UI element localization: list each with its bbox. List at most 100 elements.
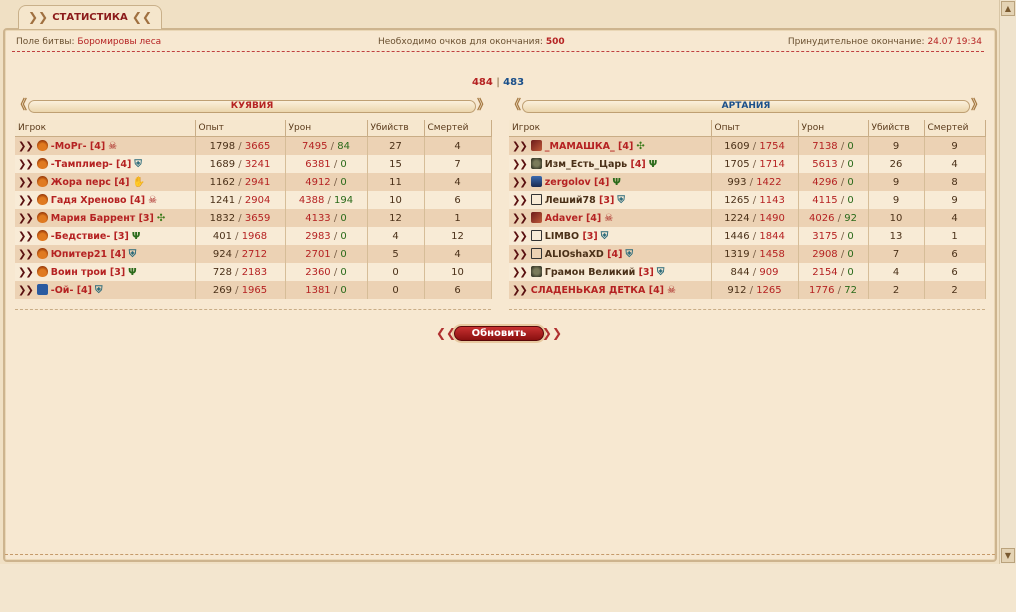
damage-separator: /: [837, 176, 848, 188]
damage-value: 4115: [812, 194, 838, 206]
exp-separator: /: [231, 230, 242, 242]
team-header-right: 《 АРТАНИЯ 》: [508, 99, 984, 115]
tab-statistics[interactable]: ❯❯ СТАТИСТИКА ❮❮: [18, 5, 162, 29]
player-name[interactable]: Жора перс: [51, 177, 111, 188]
player-name[interactable]: Изм_Есть_Царь: [545, 159, 627, 170]
player-info-arrow-icon[interactable]: ❯❯: [512, 159, 528, 170]
kills-cell: 9: [868, 191, 925, 209]
player-info-arrow-icon[interactable]: ❯❯: [512, 285, 528, 296]
flame-avatar-icon: [36, 176, 48, 187]
flame-avatar-icon: [36, 230, 48, 241]
player-name[interactable]: -Бедствие-: [51, 231, 111, 242]
tab-ornament-right-icon: ❮❮: [131, 10, 152, 24]
player-info-arrow-icon[interactable]: ❯❯: [18, 267, 34, 278]
player-info-arrow-icon[interactable]: ❯❯: [512, 141, 528, 152]
player-info-arrow-icon[interactable]: ❯❯: [18, 195, 34, 206]
player-name[interactable]: Юпитер21: [51, 249, 107, 260]
exp-max-value: 1968: [241, 230, 268, 242]
player-info-arrow-icon[interactable]: ❯❯: [512, 213, 528, 224]
player-name[interactable]: -МоРг-: [51, 141, 87, 152]
exp-value: 401: [212, 230, 232, 242]
player-info-arrow-icon[interactable]: ❯❯: [18, 249, 34, 260]
player-name[interactable]: Гадя Хреново: [51, 195, 127, 206]
player-cell: ❯❯ zergolov [4] Ψ: [509, 173, 712, 191]
refresh-button[interactable]: Обновить: [454, 326, 544, 341]
player-info-arrow-icon[interactable]: ❯❯: [18, 231, 34, 242]
cross-emblem-icon: ✣: [636, 141, 645, 152]
player-name[interactable]: LIMBO: [545, 231, 579, 242]
damage-value: 4912: [305, 176, 331, 188]
player-name[interactable]: СЛАДЕНЬКАЯ ДЕТКА: [531, 285, 646, 296]
player-name[interactable]: Воин трои: [51, 267, 107, 278]
kills-cell: 9: [868, 136, 925, 155]
exp-cell: 924 / 2712: [195, 245, 286, 263]
exp-max-value: 3241: [244, 158, 271, 170]
damage-extra-value: 0: [847, 140, 854, 152]
kills-cell: 0: [367, 281, 425, 299]
kills-value: 9: [892, 194, 900, 206]
kills-value: 2: [892, 284, 900, 296]
warrior-avatar-icon: [530, 176, 542, 187]
skull-emblem-icon: ☠: [667, 284, 676, 296]
player-info-arrow-icon[interactable]: ❯❯: [512, 231, 528, 242]
exp-max-value: 1754: [759, 140, 785, 152]
player-level: [4]: [110, 249, 126, 260]
player-info-arrow-icon[interactable]: ❯❯: [18, 159, 34, 170]
player-name[interactable]: zergolov: [545, 177, 591, 188]
player-level: [4]: [594, 177, 610, 188]
player-info-arrow-icon[interactable]: ❯❯: [512, 195, 528, 206]
kills-cell: 9: [868, 173, 925, 191]
player-name[interactable]: Грамон Великий: [545, 267, 636, 278]
deaths-value: 9: [951, 194, 958, 206]
damage-separator: /: [327, 140, 338, 152]
player-info-arrow-icon[interactable]: ❯❯: [18, 141, 34, 152]
exp-separator: /: [749, 212, 760, 224]
vertical-scrollbar[interactable]: ▲ ▼: [999, 0, 1016, 564]
player-info-arrow-icon[interactable]: ❯❯: [512, 177, 528, 188]
damage-value: 2983: [305, 230, 331, 242]
damage-value: 4388: [298, 194, 325, 206]
damage-extra-value: 0: [340, 230, 347, 242]
deaths-cell: 1: [924, 227, 986, 245]
deaths-value: 1: [454, 212, 461, 224]
damage-extra-value: 0: [847, 158, 854, 170]
player-cell: ❯❯ Грамон Великий [3] ⛨: [509, 263, 712, 281]
damage-extra-value: 0: [340, 284, 347, 296]
player-info-arrow-icon[interactable]: ❯❯: [512, 249, 528, 260]
exp-separator: /: [749, 230, 760, 242]
deaths-cell: 1: [424, 209, 492, 227]
player-info-arrow-icon[interactable]: ❯❯: [18, 285, 34, 296]
exp-separator: /: [235, 194, 245, 206]
kills-cell: 4: [868, 263, 925, 281]
end-label: Принудительное окончание:: [787, 37, 925, 47]
shield-emblem-icon: ⛨: [617, 195, 625, 206]
scroll-down-arrow-icon[interactable]: ▼: [1001, 548, 1015, 563]
kills-value: 11: [389, 176, 402, 188]
player-name[interactable]: ALIOshaXD: [545, 249, 604, 260]
column-header: Опыт: [711, 120, 799, 137]
player-name[interactable]: Adaver: [545, 213, 583, 224]
kills-cell: 0: [367, 263, 425, 281]
exp-max-value: 1458: [759, 248, 785, 260]
player-cell: ❯❯ Мария Баррент [3] ✣: [15, 209, 196, 227]
table-row: ❯❯ Грамон Великий [3] ⛨ 844 / 909 2154 / 046: [509, 263, 986, 281]
player-name[interactable]: _МАМАШКА_: [545, 141, 615, 152]
exp-cell: 1241 / 2904: [195, 191, 286, 209]
player-info-arrow-icon[interactable]: ❯❯: [18, 177, 34, 188]
kills-value: 4: [892, 266, 900, 278]
table-row: ❯❯ -МоРг- [4] ☠ 1798 / 3665 7495 / 84 27 4: [15, 136, 492, 155]
player-name[interactable]: -Тамплиер-: [51, 159, 113, 170]
scroll-up-arrow-icon[interactable]: ▲: [1001, 1, 1015, 16]
player-info-arrow-icon[interactable]: ❯❯: [18, 213, 34, 224]
exp-value: 1224: [724, 212, 750, 224]
player-info-arrow-icon[interactable]: ❯❯: [512, 267, 528, 278]
beast-avatar-icon: [530, 266, 542, 277]
player-name[interactable]: Леший78: [545, 195, 596, 206]
team-name-bar-left: КУЯВИЯ: [28, 100, 476, 113]
battlefield-info: Поле битвы: Боромировы леса: [16, 37, 161, 47]
player-level: [4]: [607, 249, 623, 260]
player-cell: ❯❯ -Бедствие- [3] Ψ: [15, 227, 196, 245]
player-name[interactable]: -Ой-: [51, 285, 74, 296]
deaths-cell: 2: [924, 281, 986, 299]
player-name[interactable]: Мария Баррент: [51, 213, 136, 224]
